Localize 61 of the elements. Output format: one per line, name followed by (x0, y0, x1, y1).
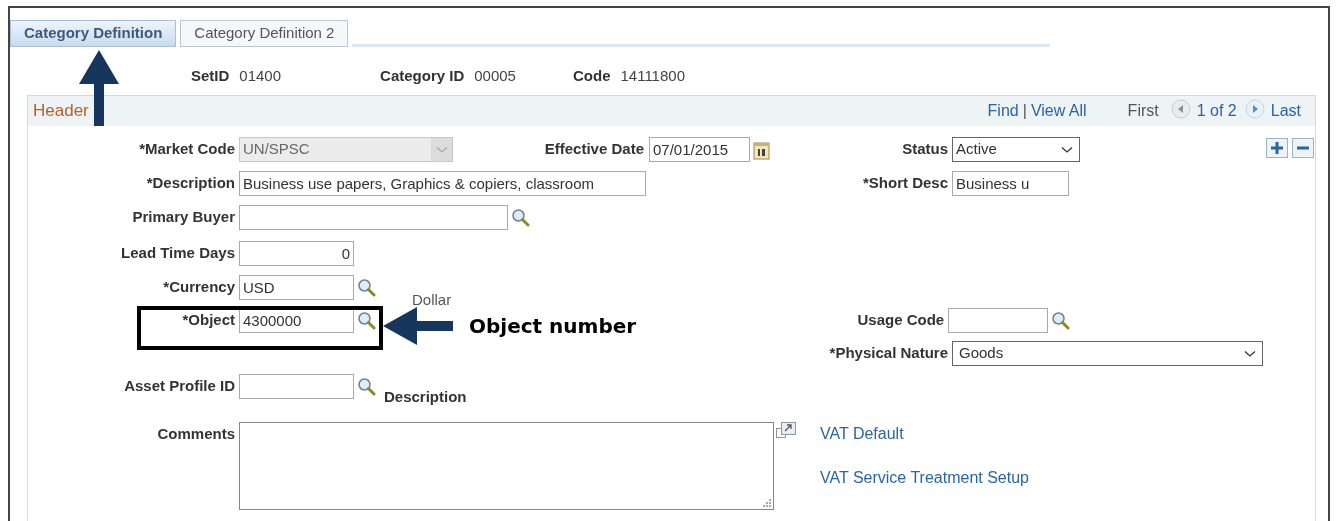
usage-code-field[interactable] (948, 308, 1049, 333)
field-label: Usage Code (857, 310, 945, 330)
key-value: 00005 (474, 66, 516, 87)
field-label: *Description (146, 173, 235, 193)
field-label: Lead Time Days (121, 243, 235, 263)
field-label: Asset Profile ID (124, 376, 235, 396)
last-label: Last (1270, 101, 1301, 121)
search-icon[interactable] (1051, 311, 1071, 330)
vat-link[interactable]: VAT Default (820, 422, 1029, 446)
short-desc-field[interactable]: Business u (952, 171, 1069, 196)
tab[interactable]: Category Definition 2 (180, 20, 349, 47)
search-icon[interactable] (357, 311, 376, 330)
physical-nature-select[interactable]: Goods (952, 341, 1263, 366)
previous-icon[interactable] (1170, 99, 1191, 119)
currency-field[interactable]: USD (239, 275, 354, 300)
calendar-icon[interactable] (753, 141, 770, 160)
key-label: Code (572, 66, 611, 87)
key-label: Category ID (380, 66, 465, 87)
field-label: *Market Code (139, 139, 235, 159)
field-label: Status (902, 139, 948, 159)
first-label: First (1127, 101, 1159, 121)
search-icon[interactable] (357, 278, 376, 297)
field-label: *Object (182, 310, 235, 330)
status-select[interactable]: Active (952, 137, 1080, 162)
delete-row-icon[interactable] (1292, 138, 1314, 158)
vat-link[interactable]: VAT Service Treatment Setup (820, 466, 1029, 490)
tab[interactable]: Category Definition (10, 20, 177, 47)
field-label: Primary Buyer (132, 207, 235, 227)
find-link[interactable]: Find (987, 99, 1019, 123)
add-row-icon[interactable] (1266, 138, 1288, 158)
caret-icon (1244, 349, 1256, 358)
asset-profile-field[interactable] (239, 374, 354, 399)
currency-description: Dollar (412, 290, 452, 310)
key-value: 14111800 (620, 66, 685, 87)
resize-grip-icon (763, 499, 771, 507)
date-field[interactable]: 07/01/2015 (649, 137, 750, 162)
field-label: Effective Date (544, 139, 644, 159)
field-label: *Short Desc (862, 173, 948, 193)
key-label: SetID (191, 66, 230, 87)
asset-description: Description (384, 387, 467, 407)
key-value: 01400 (239, 66, 282, 87)
buyer-field[interactable] (239, 205, 508, 230)
search-icon[interactable] (357, 377, 376, 396)
field-label: *Physical Nature (829, 343, 948, 363)
search-icon[interactable] (511, 208, 530, 227)
lead-time-field[interactable]: 0 (239, 241, 354, 266)
section-title: Header (33, 100, 89, 123)
description-field[interactable]: Business use papers, Graphics & copiers, classroom (239, 171, 646, 196)
field-label: *Currency (163, 277, 235, 297)
object-field[interactable]: 4300000 (239, 308, 354, 333)
callout-text: Object number (469, 313, 637, 340)
field-label: Comments (157, 424, 235, 444)
separator: | (1022, 101, 1027, 121)
view-all-link[interactable]: View All (1030, 99, 1087, 123)
caret-icon (435, 145, 448, 154)
comments-field[interactable] (239, 422, 774, 510)
next-icon[interactable] (1244, 99, 1265, 119)
caret-icon (1061, 145, 1073, 154)
expand-icon[interactable] (776, 422, 796, 440)
page-position: 1 of 2 (1196, 101, 1237, 121)
left-arrow (383, 307, 453, 345)
